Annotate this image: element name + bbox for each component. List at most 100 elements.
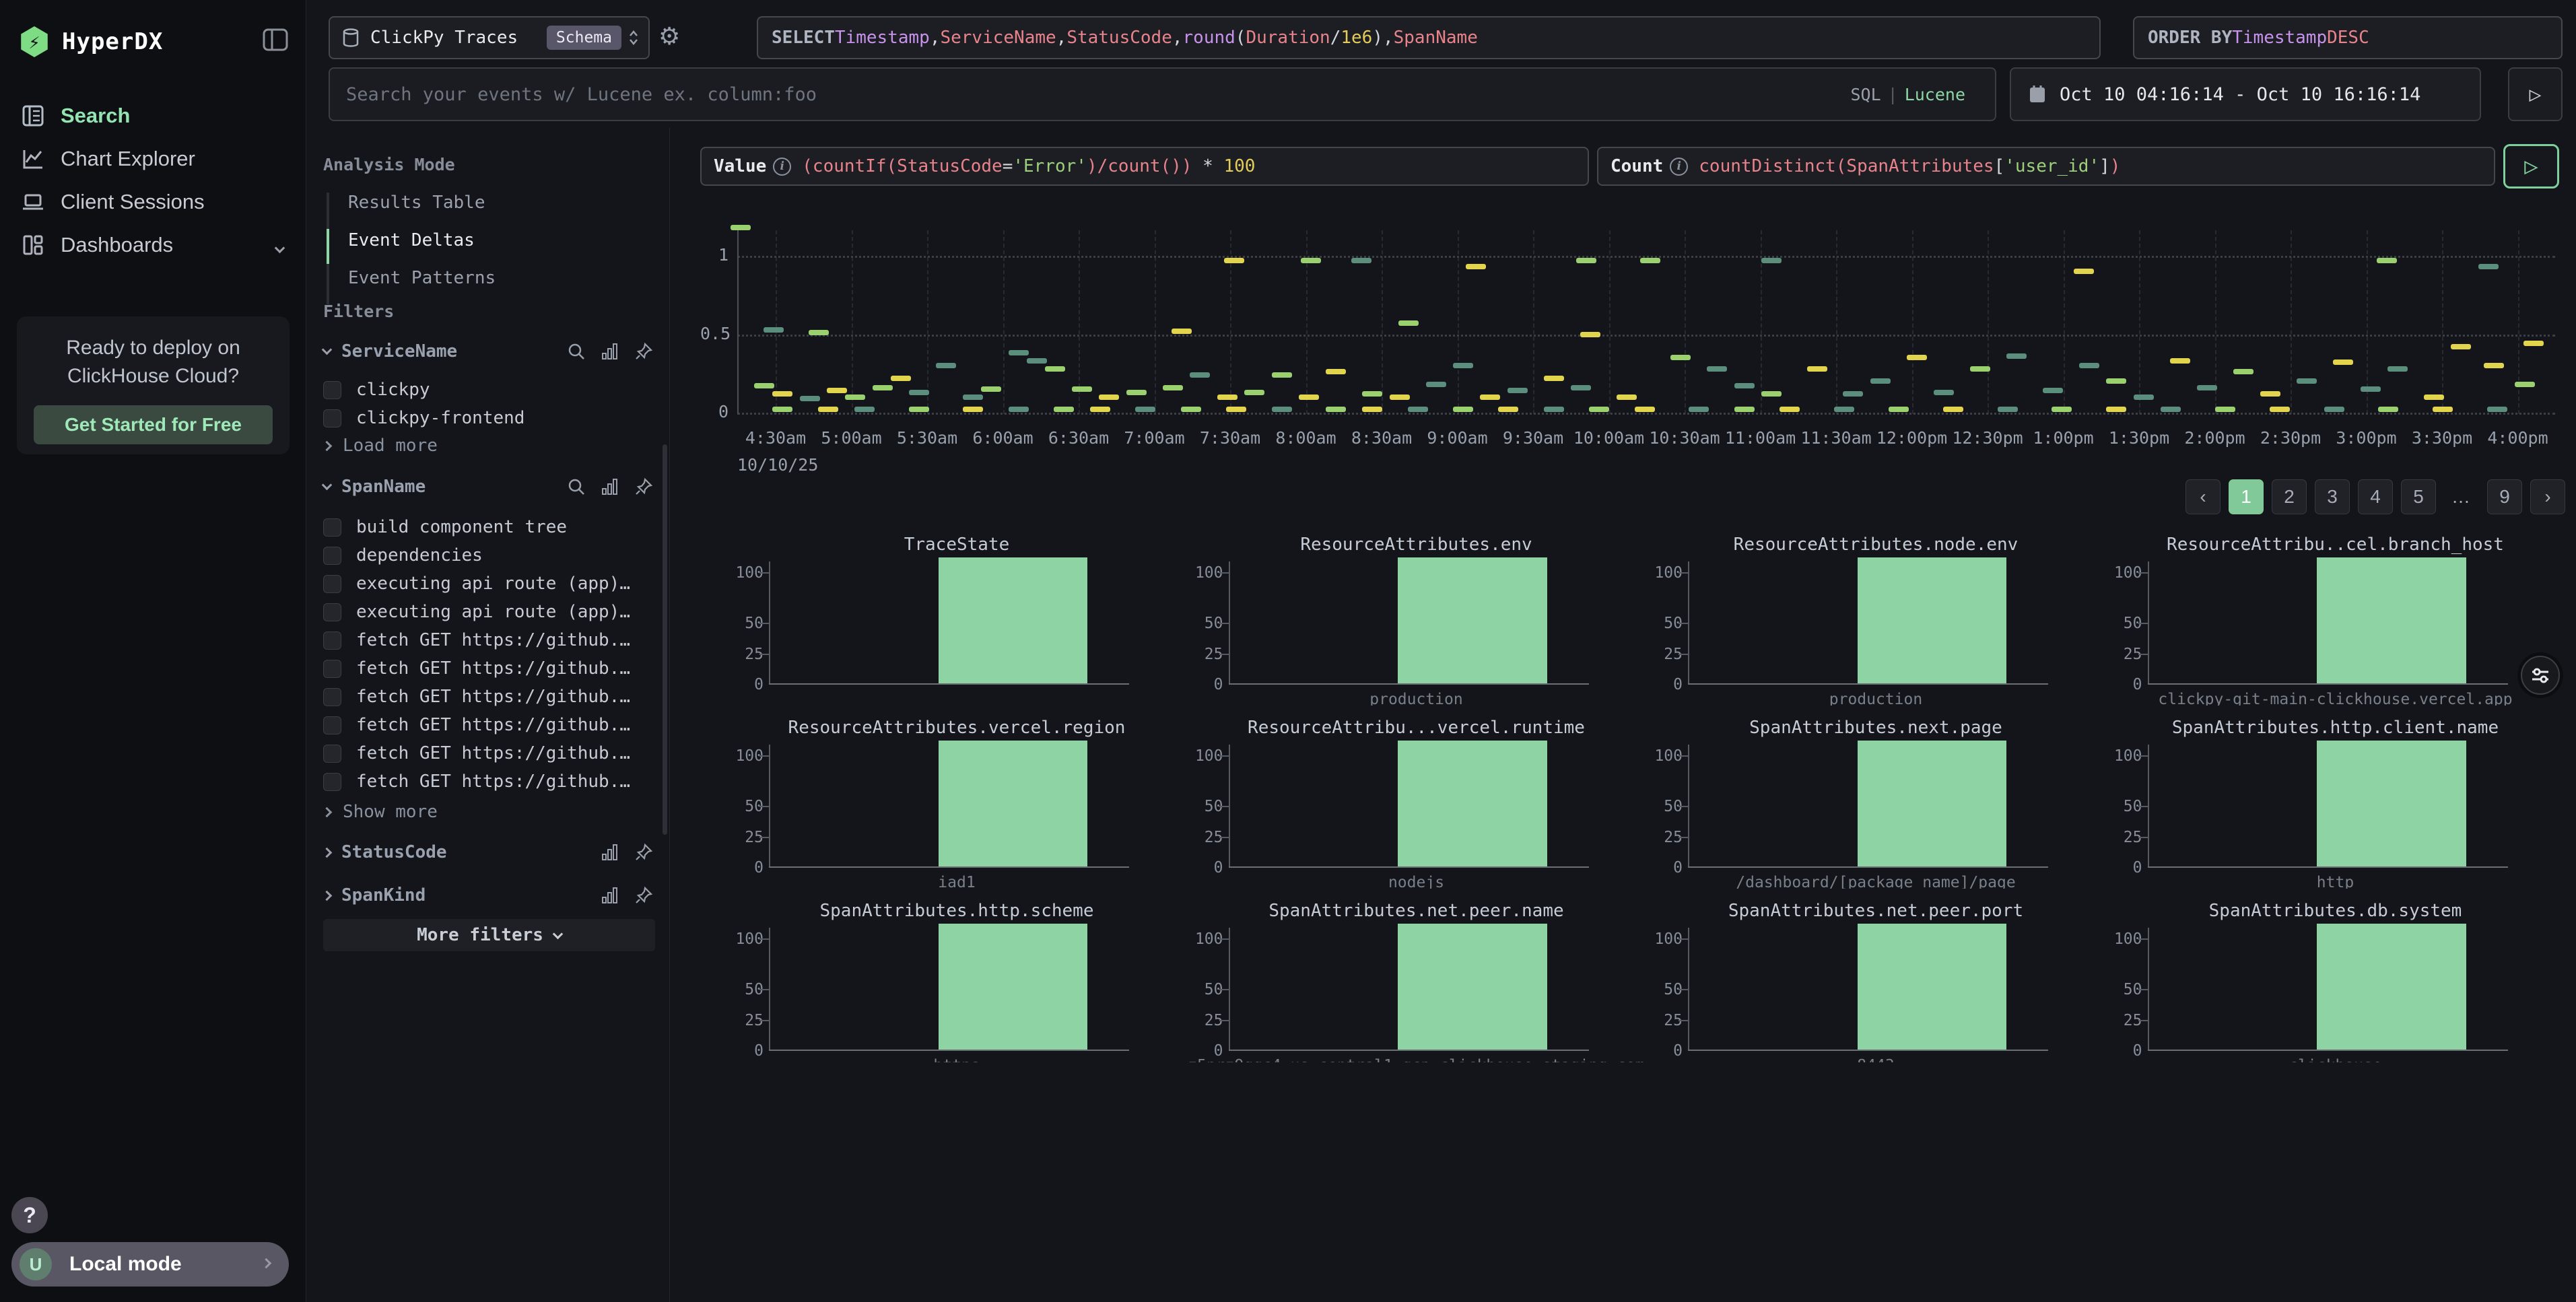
- attribute-chart-tile[interactable]: SpanAttributes.net.peer.port025501008443: [1646, 898, 2105, 1062]
- scatter-point: [963, 407, 983, 412]
- sidebar-item-dashboards[interactable]: Dashboards: [0, 224, 306, 267]
- filter-option[interactable]: fetch GET https://github.…: [323, 711, 660, 739]
- tile-y-axis: [769, 745, 770, 867]
- select-query-input[interactable]: SELECT Timestamp, ServiceName, StatusCod…: [757, 16, 2101, 59]
- tile-y-tick-label: 25: [1187, 646, 1223, 663]
- scatter-point: [1072, 386, 1092, 392]
- checkbox[interactable]: [323, 745, 341, 763]
- get-started-button[interactable]: Get Started for Free: [34, 405, 273, 444]
- search-run-button[interactable]: ▷: [2508, 67, 2563, 121]
- attribute-chart-tile[interactable]: ResourceAttribu..cel.branch_host02550100…: [2106, 532, 2565, 706]
- attribute-chart-tile[interactable]: ResourceAttributes.env02550100production: [1187, 532, 1646, 706]
- checkbox[interactable]: [323, 381, 341, 399]
- scatter-point: [1190, 372, 1210, 378]
- load-more-button[interactable]: Load more: [323, 432, 438, 459]
- attribute-chart-tile[interactable]: TraceState02550100: [727, 532, 1186, 706]
- local-mode-menu[interactable]: U Local mode: [11, 1242, 289, 1287]
- analysis-mode-results-table[interactable]: Results Table: [348, 193, 485, 213]
- page-button-1[interactable]: 1: [2229, 479, 2264, 514]
- checkbox[interactable]: [323, 688, 341, 706]
- attribute-chart-tile[interactable]: SpanAttributes.db.system02550100clickhou…: [2106, 898, 2565, 1062]
- scatter-point: [2361, 386, 2381, 392]
- attribute-chart-tile[interactable]: SpanAttributes.http.scheme02550100https: [727, 898, 1186, 1062]
- search-input[interactable]: Search your events w/ Lucene ex. column:…: [329, 67, 1996, 121]
- sql-token: ): [2110, 156, 2121, 176]
- filter-group-spanname[interactable]: SpanName: [323, 473, 653, 500]
- tile-y-axis: [2148, 561, 2149, 684]
- checkbox[interactable]: [323, 518, 341, 537]
- filter-option[interactable]: dependencies: [323, 541, 660, 570]
- tile-category-label: iad1: [727, 874, 1186, 889]
- query-language-toggle[interactable]: SQL|Lucene: [1850, 85, 1965, 104]
- count-expression-input[interactable]: Count i countDistinct(SpanAttributes['us…: [1597, 147, 2495, 186]
- filter-option[interactable]: clickpy: [323, 376, 660, 404]
- scatter-point: [909, 390, 929, 395]
- filter-option[interactable]: executing api route (app)…: [323, 570, 660, 598]
- filter-option[interactable]: fetch GET https://github.…: [323, 683, 660, 711]
- source-select[interactable]: ClickPy Traces Schema: [329, 16, 650, 59]
- checkbox[interactable]: [323, 603, 341, 621]
- filter-group-servicename[interactable]: ServiceName: [323, 338, 653, 365]
- sidebar-item-search[interactable]: Search: [0, 94, 306, 137]
- filter-option[interactable]: executing api route (app)…: [323, 598, 660, 626]
- date-range-picker[interactable]: Oct 10 04:16:14 - Oct 10 16:16:14: [2010, 67, 2481, 121]
- page-button-3[interactable]: 3: [2315, 479, 2350, 514]
- next-page-button[interactable]: ›: [2530, 479, 2565, 514]
- filter-option[interactable]: fetch GET https://github.…: [323, 739, 660, 767]
- tile-plot: 02550100: [1646, 561, 2105, 684]
- checkbox[interactable]: [323, 716, 341, 734]
- checkbox[interactable]: [323, 409, 341, 427]
- event-deltas-chart[interactable]: 4:30am5:00am5:30am6:00am6:30am7:00am7:30…: [700, 202, 2565, 485]
- attribute-chart-tile[interactable]: SpanAttributes.net.peer.name02550100z5nr…: [1187, 898, 1646, 1062]
- checkbox[interactable]: [323, 773, 341, 791]
- checkbox[interactable]: [323, 575, 341, 593]
- analysis-mode-event-patterns[interactable]: Event Patterns: [348, 268, 496, 288]
- filter-option[interactable]: fetch GET https://github.…: [323, 654, 660, 683]
- prev-page-button[interactable]: ‹: [2185, 479, 2221, 514]
- page-button-9[interactable]: 9: [2487, 479, 2522, 514]
- sidebar-item-chart-explorer[interactable]: Chart Explorer: [0, 137, 306, 180]
- help-button[interactable]: ?: [11, 1197, 48, 1233]
- attribute-chart-tile[interactable]: SpanAttributes.next.page02550100/dashboa…: [1646, 715, 2105, 889]
- filter-option[interactable]: fetch GET https://github.…: [323, 626, 660, 654]
- filter-option[interactable]: clickpy-frontend: [323, 404, 660, 432]
- collapse-sidebar-icon[interactable]: [263, 28, 288, 51]
- servicename-options: clickpyclickpy-frontend: [323, 376, 660, 432]
- scatter-point: [2484, 363, 2504, 368]
- value-expression-input[interactable]: Value i (countIf(StatusCode='Error')/cou…: [700, 147, 1589, 186]
- gear-icon[interactable]: ⚙: [658, 23, 680, 50]
- analysis-mode-event-deltas[interactable]: Event Deltas: [348, 230, 475, 250]
- more-filters-button[interactable]: More filters: [323, 919, 655, 951]
- page-button-4[interactable]: 4: [2358, 479, 2393, 514]
- chart-config-floating-button[interactable]: [2521, 656, 2560, 695]
- tile-y-tick-label: 25: [1187, 1012, 1223, 1029]
- sidebar-item-client-sessions[interactable]: Client Sessions: [0, 180, 306, 224]
- show-more-button[interactable]: Show more: [323, 798, 438, 825]
- filter-group-statuscode[interactable]: StatusCode: [323, 839, 653, 866]
- page-button-2[interactable]: 2: [2272, 479, 2307, 514]
- pin-icon: [634, 843, 653, 862]
- run-query-button[interactable]: ▷: [2503, 144, 2559, 189]
- filter-group-name: StatusCode: [341, 842, 447, 862]
- checkbox[interactable]: [323, 660, 341, 678]
- tile-y-tick-label: 50: [1187, 798, 1223, 815]
- sql-token: ]: [2099, 156, 2110, 176]
- attribute-chart-tile[interactable]: SpanAttributes.http.client.name02550100h…: [2106, 715, 2565, 889]
- filters-scrollbar[interactable]: [663, 444, 667, 835]
- filter-group-spankind[interactable]: SpanKind: [323, 882, 653, 909]
- scatter-point: [1351, 258, 1371, 263]
- sql-token: ,: [1056, 28, 1067, 48]
- brand-row: ⚡ HyperDX: [19, 24, 288, 59]
- lucene-toggle[interactable]: Lucene: [1905, 85, 1965, 104]
- attribute-chart-tile[interactable]: ResourceAttribu...vercel.runtime02550100…: [1187, 715, 1646, 889]
- checkbox[interactable]: [323, 547, 341, 565]
- filter-option[interactable]: fetch GET https://github.…: [323, 767, 660, 796]
- sql-toggle[interactable]: SQL: [1850, 85, 1880, 104]
- checkbox[interactable]: [323, 631, 341, 650]
- attribute-chart-tile[interactable]: ResourceAttributes.node.env02550100produ…: [1646, 532, 2105, 706]
- page-button-5[interactable]: 5: [2401, 479, 2436, 514]
- filter-option[interactable]: build component tree: [323, 513, 660, 541]
- bar: [2317, 557, 2466, 684]
- orderby-input[interactable]: ORDER BY Timestamp DESC: [2133, 16, 2563, 59]
- attribute-chart-tile[interactable]: ResourceAttributes.vercel.region02550100…: [727, 715, 1186, 889]
